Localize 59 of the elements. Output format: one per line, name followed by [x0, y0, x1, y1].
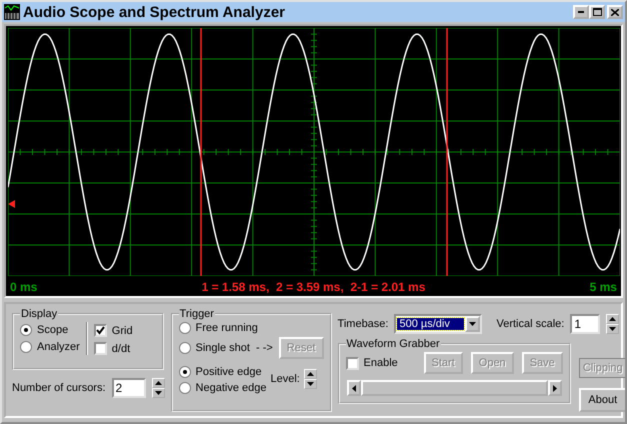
close-icon	[611, 8, 619, 16]
close-button[interactable]	[607, 5, 623, 19]
trigger-option[interactable]: Free running	[178, 322, 324, 334]
group-title: Waveform Grabber	[346, 338, 441, 350]
option-checkbox[interactable]: Grid	[94, 324, 133, 337]
vertical-scale-field[interactable]: 1	[570, 314, 600, 334]
left-arrow-icon[interactable]	[352, 384, 356, 392]
radio-button[interactable]	[20, 324, 32, 336]
vertical-scale-label: Vertical scale:	[496, 318, 564, 330]
radio-button[interactable]	[20, 341, 32, 353]
radio-button[interactable]	[178, 382, 191, 394]
maximize-button[interactable]	[589, 5, 605, 19]
app-icon	[4, 4, 20, 20]
radio-button[interactable]	[178, 366, 191, 378]
scrollbar[interactable]	[346, 379, 563, 397]
radio-button[interactable]	[178, 322, 191, 334]
checkbox[interactable]	[94, 342, 107, 355]
enable-checkbox[interactable]: Enable	[346, 356, 416, 370]
cursors-field[interactable]: 2	[112, 378, 146, 398]
edge-option[interactable]: Negative edge	[178, 382, 266, 394]
cursor-line[interactable]	[446, 28, 448, 276]
trigger-level-marker[interactable]	[8, 200, 15, 208]
down-arrow-icon	[306, 382, 314, 386]
group-title: Display	[20, 308, 58, 320]
spin-down-button[interactable]	[152, 388, 165, 398]
trigger-option[interactable]: Single shot	[178, 342, 250, 354]
down-arrow-icon	[154, 391, 162, 395]
timebase-label: Timebase:	[338, 318, 388, 330]
time-end-label: 5 ms	[590, 280, 617, 294]
spin-up-button[interactable]	[606, 314, 620, 324]
minimize-button[interactable]	[573, 5, 589, 19]
checkbox[interactable]	[346, 356, 359, 370]
radio-button[interactable]	[178, 342, 191, 354]
cursor-line[interactable]	[200, 28, 202, 276]
mode-option[interactable]: Scope	[20, 324, 80, 336]
right-arrow-icon[interactable]	[552, 384, 557, 392]
edge-option[interactable]: Positive edge	[178, 366, 266, 378]
spin-down-button[interactable]	[606, 324, 620, 334]
arrow-label: - ->	[256, 342, 273, 354]
down-arrow-icon	[609, 327, 616, 331]
side-button[interactable]: About	[578, 388, 625, 412]
window-title: Audio Scope and Spectrum Analyzer	[23, 4, 286, 20]
checkbox[interactable]	[94, 324, 107, 337]
up-arrow-icon	[609, 317, 616, 321]
up-arrow-icon	[306, 372, 314, 376]
cursor-readout: 1 = 1.58 ms, 2 = 3.59 ms, 2-1 = 2.01 ms	[202, 280, 426, 294]
spin-up-button[interactable]	[152, 378, 165, 388]
maximize-icon	[592, 8, 602, 16]
mode-option[interactable]: Analyzer	[20, 341, 80, 353]
spin-down-button[interactable]	[304, 379, 317, 389]
option-checkbox[interactable]: d/dt	[94, 342, 133, 355]
time-start-label: 0 ms	[10, 280, 38, 294]
minimize-icon	[578, 11, 584, 13]
level-label: Level:	[270, 373, 300, 385]
timebase-dropdown[interactable]: 500 µs/div	[394, 314, 482, 334]
up-arrow-icon	[154, 381, 162, 385]
spin-up-button[interactable]	[304, 369, 317, 379]
cursors-label: Number of cursors:	[12, 382, 106, 394]
group-title: Trigger	[178, 308, 215, 320]
